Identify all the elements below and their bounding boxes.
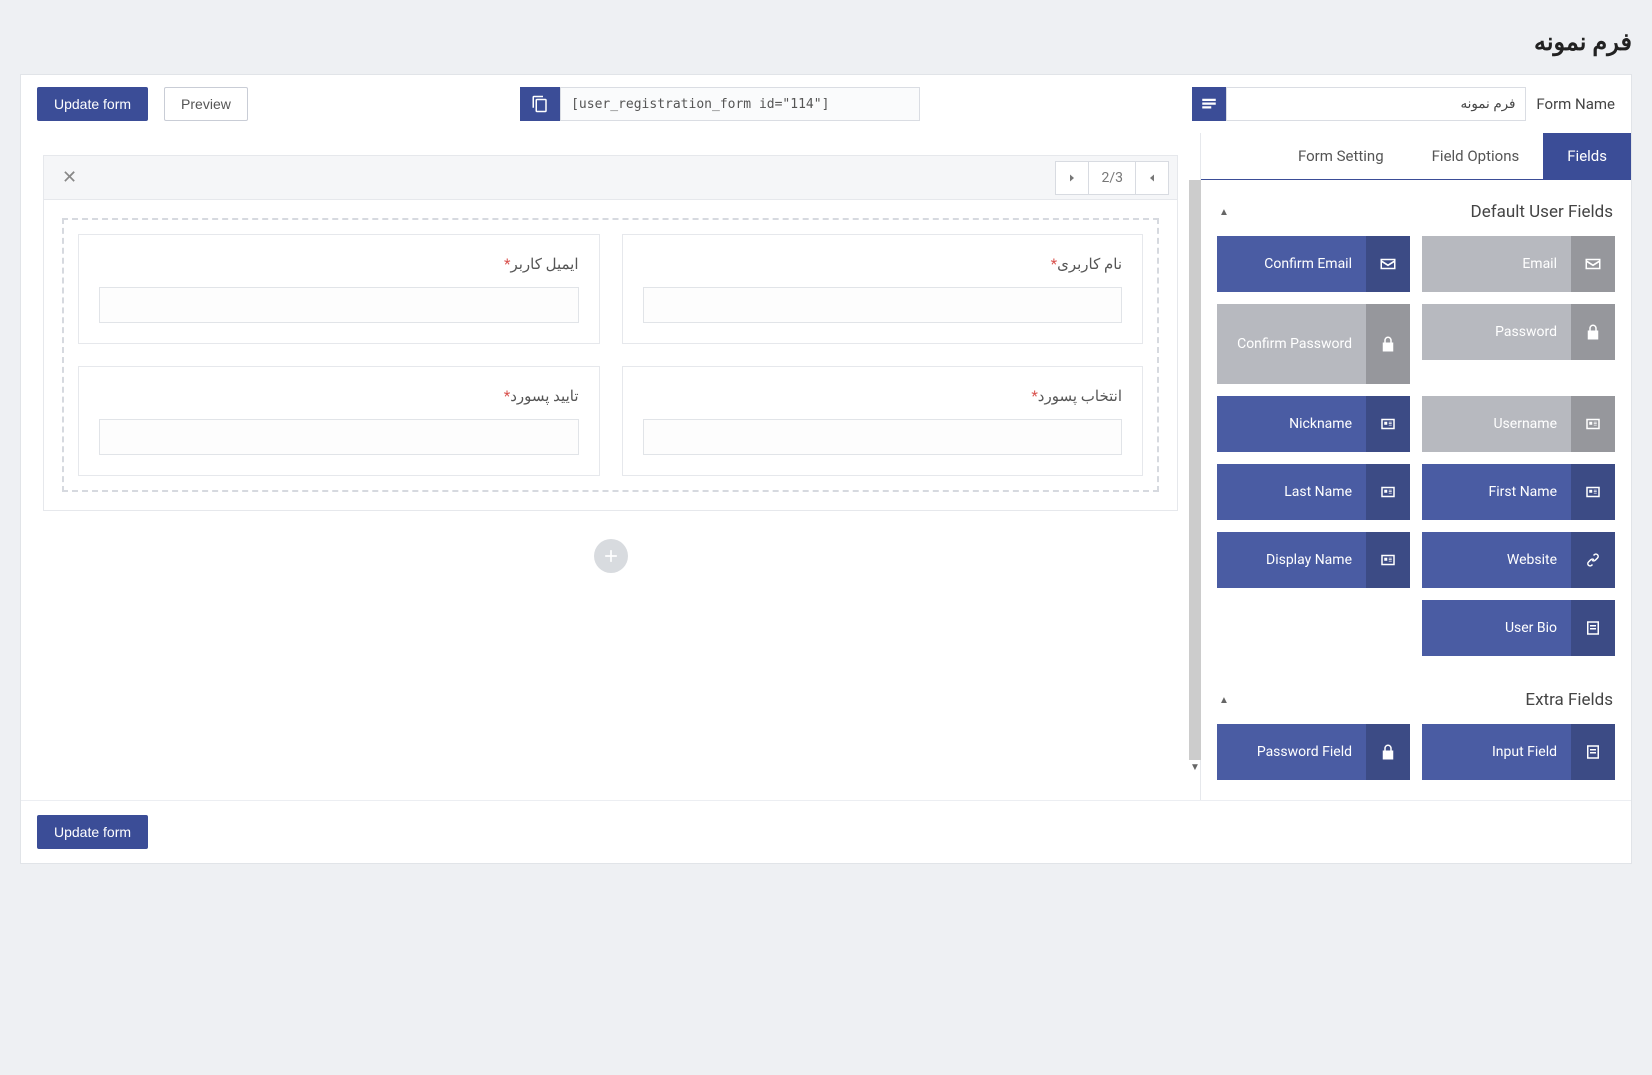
required-star-icon: * bbox=[504, 255, 510, 273]
field-label: نام کاربری* bbox=[643, 255, 1123, 273]
form-name-field: Form Name bbox=[1192, 87, 1615, 121]
canvas-field-card[interactable]: تایید پسورد* bbox=[78, 366, 600, 476]
canvas-field-card[interactable]: ایمیل کاربر* bbox=[78, 234, 600, 344]
required-star-icon: * bbox=[1031, 387, 1037, 405]
field-preview-input bbox=[643, 287, 1123, 323]
field-item-last-name[interactable]: Last Name bbox=[1217, 464, 1410, 520]
card-icon bbox=[1571, 464, 1615, 520]
field-label: تایید پسورد* bbox=[99, 387, 579, 405]
field-item-label: Confirm Password bbox=[1217, 336, 1366, 352]
tab-field-options[interactable]: Field Options bbox=[1408, 133, 1544, 179]
canvas-field-card[interactable]: انتخاب پسورد* bbox=[622, 366, 1144, 476]
field-label: انتخاب پسورد* bbox=[643, 387, 1123, 405]
field-item-input-field[interactable]: Input Field bbox=[1422, 724, 1615, 780]
field-item-label: User Bio bbox=[1422, 620, 1571, 636]
field-item-website[interactable]: Website bbox=[1422, 532, 1615, 588]
add-row-button[interactable] bbox=[594, 539, 628, 573]
field-item-label: Email bbox=[1422, 256, 1571, 272]
required-star-icon: * bbox=[504, 387, 510, 405]
card-icon bbox=[1571, 396, 1615, 452]
card-icon bbox=[1366, 532, 1410, 588]
doc-icon bbox=[1571, 724, 1615, 780]
field-item-display-name[interactable]: Display Name bbox=[1217, 532, 1410, 588]
field-label: ایمیل کاربر* bbox=[99, 255, 579, 273]
page-next-button[interactable] bbox=[1055, 161, 1089, 195]
tab-form-setting[interactable]: Form Setting bbox=[1274, 133, 1408, 179]
field-item-password: Password bbox=[1422, 304, 1615, 360]
topbar: Update form Preview Form Name bbox=[21, 75, 1631, 133]
mail-icon bbox=[1571, 236, 1615, 292]
card-icon bbox=[1366, 396, 1410, 452]
field-item-label: Nickname bbox=[1217, 416, 1366, 432]
field-item-label: Password Field bbox=[1217, 744, 1366, 760]
page-indicator: 2/3 bbox=[1089, 161, 1135, 195]
field-item-username: Username bbox=[1422, 396, 1615, 452]
link-icon bbox=[1571, 532, 1615, 588]
field-item-confirm-password: Confirm Password bbox=[1217, 304, 1410, 384]
card-icon bbox=[1366, 464, 1410, 520]
update-form-button-footer[interactable]: Update form bbox=[37, 815, 148, 849]
field-item-nickname[interactable]: Nickname bbox=[1217, 396, 1410, 452]
canvas-field-card[interactable]: نام کاربری* bbox=[622, 234, 1144, 344]
close-icon[interactable]: ✕ bbox=[52, 167, 87, 188]
field-item-confirm-email[interactable]: Confirm Email bbox=[1217, 236, 1410, 292]
field-item-password-field[interactable]: Password Field bbox=[1217, 724, 1410, 780]
form-name-label: Form Name bbox=[1536, 95, 1615, 113]
shortcode-input[interactable] bbox=[560, 87, 920, 121]
field-preview-input bbox=[99, 287, 579, 323]
extra-fields-heading: Extra Fields bbox=[1525, 690, 1613, 710]
page-prev-button[interactable] bbox=[1135, 161, 1169, 195]
collapse-toggle-icon[interactable]: ▲ bbox=[1219, 695, 1229, 706]
field-item-label: Username bbox=[1422, 416, 1571, 432]
lock-icon bbox=[1366, 724, 1410, 780]
lock-icon bbox=[1571, 304, 1615, 360]
preview-button[interactable]: Preview bbox=[164, 87, 248, 121]
field-item-label: Website bbox=[1422, 552, 1571, 568]
form-canvas: ✕ 2/3 نام کاربری*ایمیل کاربر*انت bbox=[21, 133, 1201, 800]
mail-icon bbox=[1366, 236, 1410, 292]
field-item-label: Confirm Email bbox=[1217, 256, 1366, 272]
field-preview-input bbox=[643, 419, 1123, 455]
field-item-label: First Name bbox=[1422, 484, 1571, 500]
field-item-first-name[interactable]: First Name bbox=[1422, 464, 1615, 520]
field-item-label: Password bbox=[1422, 324, 1571, 340]
tab-fields[interactable]: Fields bbox=[1543, 133, 1631, 179]
page-title: فرم نمونه bbox=[20, 20, 1632, 74]
collapse-toggle-icon[interactable]: ▲ bbox=[1219, 207, 1229, 218]
field-item-email: Email bbox=[1422, 236, 1615, 292]
sidebar: Form Setting Field Options Fields ▼ ▲ De… bbox=[1201, 133, 1631, 800]
field-item-label: Last Name bbox=[1217, 484, 1366, 500]
form-name-input[interactable] bbox=[1226, 87, 1526, 121]
shortcode-field bbox=[520, 87, 920, 121]
default-fields-heading: Default User Fields bbox=[1471, 202, 1613, 222]
update-form-button[interactable]: Update form bbox=[37, 87, 148, 121]
field-item-user-bio[interactable]: User Bio bbox=[1422, 600, 1615, 656]
required-star-icon: * bbox=[1051, 255, 1057, 273]
lock-icon bbox=[1366, 304, 1410, 384]
field-item-label: Input Field bbox=[1422, 744, 1571, 760]
copy-shortcode-button[interactable] bbox=[520, 87, 560, 121]
field-preview-input bbox=[99, 419, 579, 455]
form-name-icon bbox=[1192, 87, 1226, 121]
doc-icon bbox=[1571, 600, 1615, 656]
scroll-down-icon[interactable]: ▼ bbox=[1189, 762, 1201, 773]
field-item-label: Display Name bbox=[1217, 552, 1366, 568]
scrollbar[interactable] bbox=[1189, 180, 1201, 760]
